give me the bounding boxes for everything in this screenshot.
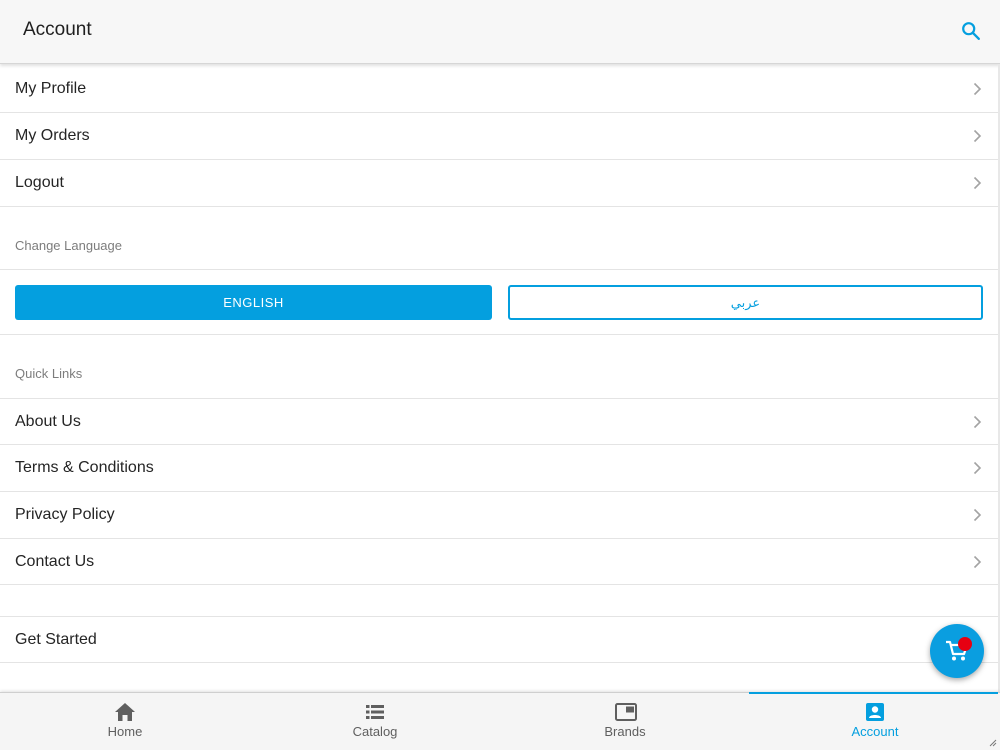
- quick-link-about-us[interactable]: About Us: [0, 399, 998, 445]
- quick-link-contact-us[interactable]: Contact Us: [0, 539, 998, 585]
- menu-item-label: Logout: [15, 174, 64, 191]
- account-box-icon: [866, 703, 884, 721]
- menu-item-my-profile[interactable]: My Profile: [0, 66, 998, 113]
- nav-label: Brands: [604, 724, 646, 739]
- list-icon: [366, 705, 384, 719]
- search-icon[interactable]: [960, 20, 982, 42]
- language-arabic-button[interactable]: عربي: [508, 285, 983, 320]
- menu-item-my-orders[interactable]: My Orders: [0, 113, 998, 160]
- cart-fab-button[interactable]: [930, 624, 984, 678]
- get-started-label: Get Started: [15, 630, 97, 648]
- app-header: Account: [0, 0, 1000, 64]
- quick-link-terms[interactable]: Terms & Conditions: [0, 445, 998, 492]
- section-heading-quick-links: Quick Links: [0, 335, 998, 399]
- nav-label: Home: [107, 724, 143, 739]
- quick-link-label: Contact Us: [15, 552, 95, 570]
- page-title: Account: [23, 19, 92, 40]
- bottom-navigation: Home Catalog Brands Account: [0, 692, 1000, 750]
- section-divider: [0, 585, 998, 617]
- nav-tab-brands[interactable]: Brands: [500, 693, 750, 750]
- language-switcher: ENGLISH عربي: [0, 270, 998, 335]
- nav-tab-home[interactable]: Home: [0, 693, 250, 750]
- menu-item-label: My Profile: [15, 80, 87, 97]
- get-started-row[interactable]: Get Started: [0, 617, 998, 663]
- nav-label: Catalog: [352, 724, 398, 739]
- chevron-right-icon: [973, 129, 982, 143]
- section-label: Quick Links: [15, 366, 83, 381]
- chevron-right-icon: [973, 176, 982, 190]
- quick-link-label: Privacy Policy: [15, 506, 115, 523]
- cart-badge: [958, 637, 972, 651]
- brands-icon: [615, 703, 637, 721]
- chevron-right-icon: [973, 461, 982, 475]
- section-heading-language: Change Language: [0, 207, 998, 270]
- language-english-button[interactable]: ENGLISH: [15, 285, 492, 320]
- chevron-right-icon: [973, 82, 982, 96]
- nav-tab-account[interactable]: Account: [750, 693, 1000, 750]
- menu-item-logout[interactable]: Logout: [0, 160, 998, 207]
- nav-label: Account: [851, 724, 899, 739]
- quick-link-label: Terms & Conditions: [15, 459, 154, 476]
- section-label: Change Language: [15, 237, 122, 253]
- menu-item-label: My Orders: [15, 127, 90, 144]
- chevron-right-icon: [973, 508, 982, 522]
- nav-tab-catalog[interactable]: Catalog: [250, 693, 500, 750]
- quick-link-label: About Us: [15, 412, 81, 430]
- chevron-right-icon: [973, 415, 982, 428]
- chevron-right-icon: [973, 555, 982, 568]
- resize-grip-icon: [989, 739, 997, 747]
- home-icon: [115, 703, 135, 721]
- quick-link-privacy-policy[interactable]: Privacy Policy: [0, 492, 998, 539]
